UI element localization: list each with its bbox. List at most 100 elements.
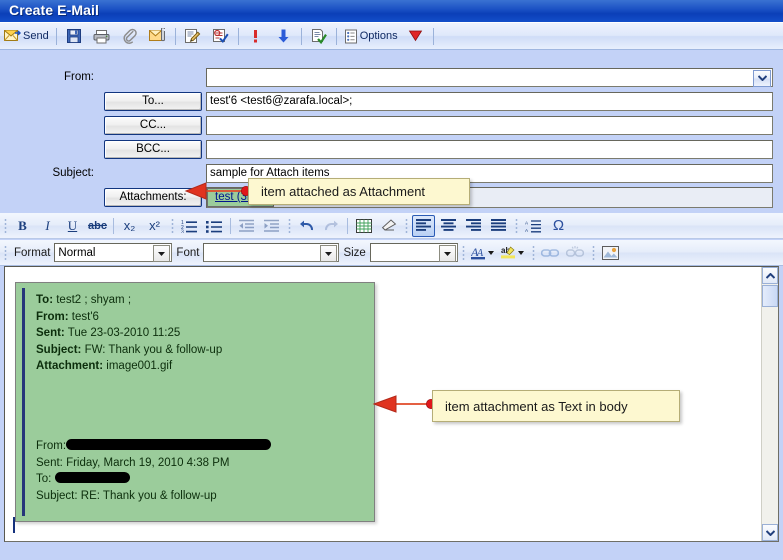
flag-icon xyxy=(408,29,423,44)
format-select[interactable]: Normal xyxy=(54,243,173,262)
strikethrough-label: abc xyxy=(88,219,107,232)
toolbar-separator xyxy=(300,27,302,45)
remove-link-button[interactable] xyxy=(564,242,587,264)
from-input[interactable] xyxy=(206,67,773,87)
to-button[interactable]: To... xyxy=(104,91,202,111)
toolbar-grip[interactable] xyxy=(171,217,174,234)
send-label: Send xyxy=(23,30,49,42)
subscript-label: x₂ xyxy=(123,218,136,233)
numbered-list-button[interactable]: 1 2 3 xyxy=(178,215,201,237)
save-button[interactable] xyxy=(61,25,87,47)
undo-button[interactable] xyxy=(295,215,318,237)
inner-subject-line: Subject: RE: Thank you & follow-up xyxy=(36,488,366,505)
underline-button[interactable]: U xyxy=(61,215,84,237)
toolbar-grip[interactable] xyxy=(531,244,535,261)
bold-button[interactable]: B xyxy=(11,215,34,237)
body-vertical-scrollbar[interactable] xyxy=(761,267,778,541)
to-input[interactable]: test'6 <test6@zarafa.local>; xyxy=(206,91,773,111)
align-right-button[interactable] xyxy=(462,215,485,237)
redo-button[interactable] xyxy=(320,215,343,237)
align-justify-button[interactable] xyxy=(487,215,510,237)
attachments-button[interactable]: Attachments: xyxy=(104,187,202,207)
toolbar-grip[interactable] xyxy=(591,244,595,261)
scroll-down-button[interactable] xyxy=(762,524,778,541)
font-color-button[interactable]: A A xyxy=(469,242,497,264)
special-character-button[interactable]: Ω xyxy=(547,215,570,237)
link-icon xyxy=(541,247,560,259)
inner-to-label: To: xyxy=(36,473,52,485)
size-label: Size xyxy=(343,246,366,259)
align-center-button[interactable] xyxy=(437,215,460,237)
inner-from-line: From: xyxy=(36,438,366,455)
image-icon xyxy=(601,245,619,260)
annotation-callout-body-text: item attachment as Text in body xyxy=(432,390,680,422)
format-value: Normal xyxy=(58,246,96,259)
toolbar-grip[interactable] xyxy=(4,244,7,261)
chevron-down-icon[interactable] xyxy=(320,245,338,262)
increase-indent-button[interactable] xyxy=(260,215,283,237)
attach-item-icon xyxy=(149,28,166,44)
line-spacing-button[interactable]: A A xyxy=(522,215,545,237)
undo-icon xyxy=(298,219,315,233)
toolbar-grip[interactable] xyxy=(405,217,408,234)
bulleted-list-button[interactable] xyxy=(203,215,226,237)
inner-subject-label: Subject: xyxy=(36,489,78,502)
align-left-button[interactable] xyxy=(412,214,435,237)
toolbar-grip[interactable] xyxy=(4,217,7,234)
highlight-color-icon: ab xyxy=(500,245,525,261)
check-names-button[interactable] xyxy=(208,25,234,47)
decrease-indent-button[interactable] xyxy=(235,215,258,237)
scrollbar-thumb[interactable] xyxy=(762,285,778,307)
attach-file-button[interactable] xyxy=(117,25,143,47)
read-receipt-button[interactable] xyxy=(306,25,332,47)
check-names-icon xyxy=(212,28,229,44)
chevron-down-icon xyxy=(765,529,775,536)
print-button[interactable] xyxy=(89,25,115,47)
redaction-bar xyxy=(54,472,130,484)
quoted-header-text: To: test2 ; shyam ; From: test'6 Sent: T… xyxy=(36,292,366,375)
chevron-down-icon[interactable] xyxy=(153,245,171,262)
svg-text:A: A xyxy=(525,228,529,233)
chevron-down-icon[interactable] xyxy=(438,245,456,262)
send-button[interactable]: Send xyxy=(1,25,52,47)
bcc-button[interactable]: BCC... xyxy=(104,139,202,159)
toolbar-grip[interactable] xyxy=(461,244,465,261)
signature-button[interactable] xyxy=(180,25,206,47)
toolbar-separator xyxy=(335,27,337,45)
cc-input[interactable] xyxy=(206,115,773,135)
cc-row: CC... xyxy=(0,114,783,136)
toolbar-grip[interactable] xyxy=(515,217,518,234)
eraser-icon xyxy=(381,218,397,233)
scroll-up-button[interactable] xyxy=(762,267,778,284)
strikethrough-button[interactable]: abc xyxy=(86,215,109,237)
quote-sent-value: Tue 23-03-2010 11:25 xyxy=(67,327,181,339)
svg-text:A: A xyxy=(525,220,529,225)
insert-table-button[interactable] xyxy=(352,215,375,237)
high-priority-button[interactable] xyxy=(243,25,269,47)
quote-to-line: To: test2 ; shyam ; xyxy=(36,292,366,309)
bcc-input[interactable] xyxy=(206,139,773,159)
attach-item-button[interactable] xyxy=(145,25,171,47)
low-priority-button[interactable] xyxy=(271,25,297,47)
superscript-button[interactable]: x² xyxy=(143,215,166,237)
toolbar-grip[interactable] xyxy=(288,217,291,234)
annotation-callout-attachment: item attached as Attachment xyxy=(248,178,470,205)
insert-image-button[interactable] xyxy=(599,242,622,264)
options-button[interactable]: Options xyxy=(341,25,401,47)
remove-format-button[interactable] xyxy=(377,215,400,237)
cc-button[interactable]: CC... xyxy=(104,115,202,135)
insert-link-button[interactable] xyxy=(539,242,562,264)
line-spacing-icon: A A xyxy=(525,219,542,233)
subscript-button[interactable]: x₂ xyxy=(118,215,141,237)
quoted-message-block: To: test2 ; shyam ; From: test'6 Sent: T… xyxy=(15,282,375,522)
follow-up-flag-button[interactable] xyxy=(403,25,429,47)
send-icon xyxy=(4,29,21,43)
text-caret xyxy=(13,517,15,533)
font-color-icon: A A xyxy=(470,245,495,261)
italic-button[interactable]: I xyxy=(36,215,59,237)
create-email-window: Create E-Mail Send Options From: To... t… xyxy=(0,0,783,560)
font-select[interactable] xyxy=(203,243,340,262)
from-dropdown-button[interactable] xyxy=(753,69,771,87)
size-select[interactable] xyxy=(369,243,458,262)
highlight-color-button[interactable]: ab xyxy=(499,242,527,264)
